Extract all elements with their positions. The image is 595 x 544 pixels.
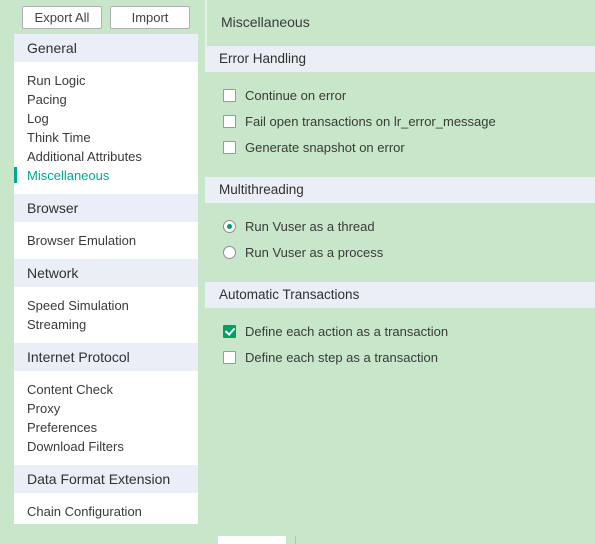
toolbar: Export All Import: [0, 0, 205, 34]
settings-sections: Error Handling Continue on error Fail open…: [205, 46, 595, 387]
bottom-cutoff-button[interactable]: [218, 536, 286, 544]
option-label: Generate snapshot on error: [245, 139, 405, 155]
bottom-separator-icon: [295, 536, 296, 544]
radio-run-vuser-as-a-process[interactable]: [223, 245, 236, 259]
checkbox-row-fail-open-transactions-on-lr-error-message[interactable]: Fail open transactions on lr_error_messa…: [223, 108, 595, 134]
sidebar-item-download-filters[interactable]: Download Filters: [14, 437, 198, 456]
checkbox-row-define-each-action-as-a-transaction[interactable]: Define each action as a transaction: [223, 318, 595, 344]
checkbox-define-each-action-as-a-transaction[interactable]: [223, 324, 236, 338]
settings-sidebar: General Run Logic Pacing Log Think Time Addit…: [14, 34, 198, 524]
export-all-button[interactable]: Export All: [22, 5, 102, 29]
radio-run-vuser-as-a-thread[interactable]: [223, 219, 236, 233]
checkbox-row-continue-on-error[interactable]: Continue on error: [223, 82, 595, 108]
page-title: Miscellaneous: [205, 0, 595, 46]
radio-row-run-vuser-as-a-thread[interactable]: Run Vuser as a thread: [223, 213, 595, 239]
sidebar-item-pacing[interactable]: Pacing: [14, 90, 198, 109]
checkbox-row-define-each-step-as-a-transaction[interactable]: Define each step as a transaction: [223, 344, 595, 370]
checkbox-row-generate-snapshot-on-error[interactable]: Generate snapshot on error: [223, 134, 595, 160]
radio-row-run-vuser-as-a-process[interactable]: Run Vuser as a process: [223, 239, 595, 265]
option-label: Run Vuser as a thread: [245, 218, 375, 234]
sidebar-section-header[interactable]: Browser: [14, 194, 198, 222]
group-body: Run Vuser as a thread Run Vuser as a proc…: [205, 203, 595, 273]
option-label: Define each step as a transaction: [245, 349, 438, 365]
sidebar-item-proxy[interactable]: Proxy: [14, 399, 198, 418]
sidebar-item-content-check[interactable]: Content Check: [14, 380, 198, 399]
checkbox-generate-snapshot-on-error[interactable]: [223, 140, 236, 154]
sidebar-item-run-logic[interactable]: Run Logic: [14, 71, 198, 90]
sidebar-item-streaming[interactable]: Streaming: [14, 315, 198, 334]
import-button[interactable]: Import: [110, 5, 190, 29]
group-body: Define each action as a transaction Defin…: [205, 308, 595, 378]
checkbox-define-each-step-as-a-transaction[interactable]: [223, 350, 236, 364]
group-header: Multithreading: [205, 177, 595, 203]
checkbox-fail-open-transactions-on-lr-error-message[interactable]: [223, 114, 236, 128]
sidebar-item-miscellaneous[interactable]: Miscellaneous: [14, 166, 198, 185]
sidebar-item-chain-configuration[interactable]: Chain Configuration: [14, 502, 198, 521]
sidebar-section-header[interactable]: General: [14, 34, 198, 62]
sidebar-section-header[interactable]: Network: [14, 259, 198, 287]
sidebar-item-log[interactable]: Log: [14, 109, 198, 128]
sidebar-section-header[interactable]: Internet Protocol: [14, 343, 198, 371]
sidebar-section-header[interactable]: Data Format Extension: [14, 465, 198, 493]
option-label: Continue on error: [245, 87, 347, 103]
option-label: Run Vuser as a process: [245, 244, 384, 260]
option-label: Define each action as a transaction: [245, 323, 449, 339]
group-header: Automatic Transactions: [205, 282, 595, 308]
bottom-strip: [0, 534, 595, 544]
sidebar-item-additional-attributes[interactable]: Additional Attributes: [14, 147, 198, 166]
settings-content-panel: Miscellaneous Error Handling Continue on …: [205, 0, 595, 544]
sidebar-item-browser-emulation[interactable]: Browser Emulation: [14, 231, 198, 250]
group-body: Continue on error Fail open transactions …: [205, 72, 595, 168]
sidebar-item-speed-simulation[interactable]: Speed Simulation: [14, 296, 198, 315]
sidebar-item-preferences[interactable]: Preferences: [14, 418, 198, 437]
checkbox-continue-on-error[interactable]: [223, 88, 236, 102]
sidebar-item-think-time[interactable]: Think Time: [14, 128, 198, 147]
group-header: Error Handling: [205, 46, 595, 72]
option-label: Fail open transactions on lr_error_messa…: [245, 113, 496, 129]
